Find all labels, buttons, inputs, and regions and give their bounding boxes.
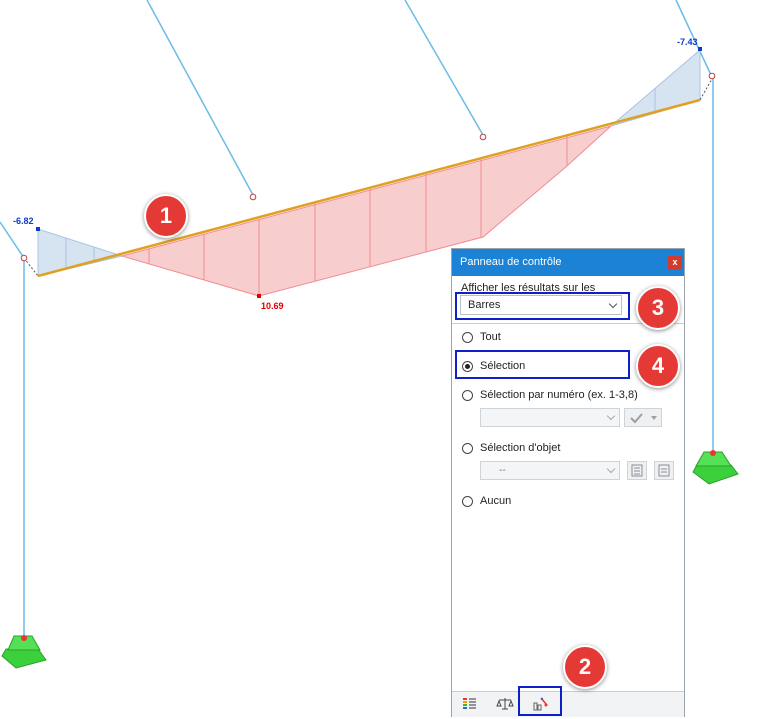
color-scale-icon[interactable] xyxy=(461,696,479,712)
radio-selection-by-number[interactable] xyxy=(462,390,473,401)
object-select-button-1[interactable] xyxy=(627,461,647,480)
object-selection-value: -- xyxy=(499,465,506,476)
object-selection-select[interactable]: -- xyxy=(480,461,620,480)
option-all-label: Tout xyxy=(480,331,501,343)
highlight-selection-option xyxy=(455,350,630,379)
value-label-max: 10.69 xyxy=(261,301,284,311)
link-right xyxy=(699,76,714,101)
object-select-button-2[interactable] xyxy=(654,461,674,480)
value-marker xyxy=(36,227,40,231)
link-left xyxy=(23,257,39,277)
node xyxy=(20,254,28,262)
balance-icon[interactable] xyxy=(496,696,514,712)
panel-footer-tabs xyxy=(452,691,684,717)
select-objects-icon xyxy=(631,464,643,477)
negative-region-left xyxy=(37,228,124,277)
callout-badge-3: 3 xyxy=(636,286,680,330)
radio-object-selection[interactable] xyxy=(462,443,473,454)
value-marker xyxy=(257,294,261,298)
value-label-start: -6.82 xyxy=(13,216,34,226)
chevron-down-icon xyxy=(606,464,616,474)
node xyxy=(479,133,487,141)
callout-badge-1: 1 xyxy=(144,194,188,238)
option-none-label: Aucun xyxy=(480,495,512,507)
node xyxy=(249,193,257,201)
highlight-footer-tab xyxy=(518,686,562,716)
member-line xyxy=(0,221,25,259)
edit-objects-icon xyxy=(658,464,670,477)
chevron-down-icon xyxy=(606,411,616,421)
callout-badge-2: 2 xyxy=(563,645,607,689)
check-icon xyxy=(630,413,657,424)
option-object-selection-label: Sélection d'objet xyxy=(480,442,561,454)
member-line xyxy=(404,0,484,136)
support-right xyxy=(692,450,739,485)
radio-all[interactable] xyxy=(462,332,473,343)
highlight-object-type xyxy=(455,292,630,320)
apply-selection-button[interactable] xyxy=(624,408,662,427)
numbers-input[interactable] xyxy=(480,408,620,427)
support-left xyxy=(1,635,47,669)
node xyxy=(708,72,716,80)
member-line xyxy=(146,0,254,196)
option-selection-by-number-label: Sélection par numéro (ex. 1-3,8) xyxy=(480,389,638,401)
value-marker xyxy=(698,47,702,51)
panel-titlebar[interactable]: Panneau de contrôle x xyxy=(452,249,684,276)
radio-none[interactable] xyxy=(462,496,473,507)
panel-title: Panneau de contrôle xyxy=(460,256,562,268)
value-label-end: -7.43 xyxy=(677,37,698,47)
close-button[interactable]: x xyxy=(668,256,682,270)
callout-badge-4: 4 xyxy=(636,344,680,388)
